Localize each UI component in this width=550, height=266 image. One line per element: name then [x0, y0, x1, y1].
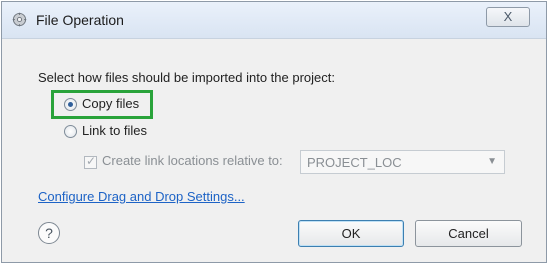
close-icon: X	[503, 9, 513, 24]
help-icon: ?	[45, 225, 53, 241]
ok-button[interactable]: OK	[298, 220, 404, 247]
import-prompt: Select how files should be imported into…	[38, 70, 336, 85]
close-button[interactable]: X	[486, 7, 530, 27]
copy-files-label[interactable]: Copy files	[82, 96, 139, 111]
window-title: File Operation	[36, 12, 124, 28]
drag-drop-settings-link[interactable]: Configure Drag and Drop Settings...	[38, 189, 245, 204]
gear-icon	[12, 12, 27, 27]
radio-selected-dot	[68, 102, 73, 107]
relative-location-combo[interactable]: PROJECT_LOC ▼	[300, 150, 505, 174]
dialog-content: Select how files should be imported into…	[2, 39, 546, 262]
cancel-button[interactable]: Cancel	[415, 220, 522, 247]
link-files-radio[interactable]	[64, 125, 77, 138]
title-bar[interactable]: File Operation X	[2, 2, 546, 39]
chevron-down-icon: ▼	[487, 156, 497, 167]
checkmark-icon: ✓	[86, 154, 97, 168]
copy-files-radio[interactable]	[64, 98, 77, 111]
file-operation-dialog: File Operation X Select how files should…	[1, 1, 547, 263]
cancel-button-label: Cancel	[448, 226, 489, 241]
relative-link-checkbox[interactable]: ✓	[84, 154, 97, 169]
link-files-label[interactable]: Link to files	[82, 123, 147, 138]
relative-link-label: Create link locations relative to:	[102, 153, 283, 168]
ok-button-label: OK	[341, 226, 361, 241]
combo-value: PROJECT_LOC	[307, 155, 402, 170]
help-button[interactable]: ?	[38, 222, 60, 244]
